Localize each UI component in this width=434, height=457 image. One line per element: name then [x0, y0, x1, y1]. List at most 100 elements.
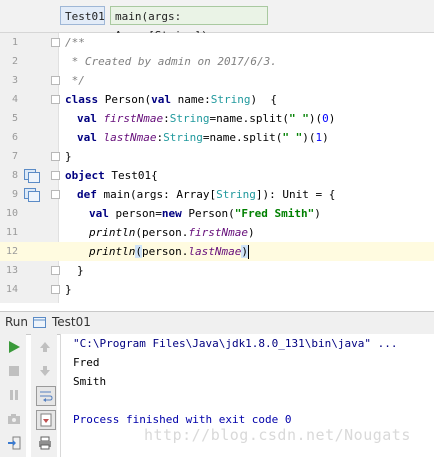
- code-punct: ) {: [250, 93, 277, 106]
- code-line: 9 def main(args: Array[String]): Unit = …: [0, 185, 434, 204]
- run-tool-window-header: Run Test01: [0, 311, 434, 335]
- login-icon[interactable]: [5, 434, 23, 452]
- object-name: Test01{: [104, 169, 158, 182]
- breadcrumb-method-main[interactable]: main(args: Array[String]): [110, 6, 268, 42]
- code-text: }: [77, 264, 84, 277]
- line-number: 4: [11, 94, 18, 105]
- run-config-tab[interactable]: Test01: [52, 315, 91, 329]
- down-arrow-icon[interactable]: [36, 362, 54, 380]
- keyword-def: def: [77, 188, 97, 201]
- code-line: 7 }: [0, 147, 434, 166]
- run-icon[interactable]: [5, 338, 23, 356]
- keyword-class: class: [65, 93, 99, 106]
- code-line: 6 val lastNmae:String=name.split(" ")(1): [0, 128, 434, 147]
- fold-marker-icon[interactable]: [51, 95, 60, 104]
- wrap-icon[interactable]: [36, 386, 56, 406]
- type-name: String: [163, 131, 203, 144]
- fold-marker-icon[interactable]: [51, 76, 60, 85]
- console-output-line: Fred: [73, 356, 100, 369]
- code-line: 8 object Test01{: [0, 166, 434, 185]
- scroll-to-end-icon[interactable]: [36, 410, 56, 430]
- stop-icon[interactable]: [5, 362, 23, 380]
- class-name: Person(: [98, 93, 152, 106]
- matched-paren: (: [135, 245, 142, 258]
- fold-marker-icon[interactable]: [51, 190, 60, 199]
- code-expr: =name.split(: [209, 112, 289, 125]
- code-line: 13 }: [0, 261, 434, 280]
- console-command-line: "C:\Program Files\Java\jdk1.8.0_131\bin\…: [73, 337, 398, 350]
- field-name: lastNmae: [188, 245, 242, 258]
- field-name: lastNmae: [103, 131, 157, 144]
- code-text: val person=new Person("Fred Smith"): [89, 204, 321, 223]
- keyword-object: object: [65, 169, 105, 182]
- code-line: 5 val firstNmae:String=name.split(" ")(0…: [0, 109, 434, 128]
- line-number: 1: [11, 37, 18, 48]
- fold-marker-icon[interactable]: [51, 285, 60, 294]
- code-editor[interactable]: 1 /** 2 * Created by admin on 2017/6/3. …: [0, 33, 434, 303]
- up-arrow-icon[interactable]: [36, 338, 54, 356]
- line-number: 7: [11, 151, 18, 162]
- keyword-val: val: [89, 207, 109, 220]
- breadcrumb-class-test01[interactable]: Test01: [60, 6, 105, 25]
- string-literal: "Fred Smith": [234, 207, 315, 220]
- code-text: def main(args: Array[String]): Unit = {: [77, 185, 335, 204]
- pause-icon[interactable]: [5, 386, 23, 404]
- fold-marker-icon[interactable]: [51, 171, 60, 180]
- string-literal: " ": [282, 131, 303, 144]
- line-number: 13: [5, 265, 18, 276]
- code-line: 4 class Person(val name:String) {: [0, 90, 434, 109]
- line-number: 2: [11, 56, 18, 67]
- keyword-val: val: [77, 112, 97, 125]
- code-punct: ): [328, 112, 336, 125]
- comment-text: * Created by admin on 2017/6/3.: [65, 55, 277, 68]
- code-line: 1 /**: [0, 33, 434, 52]
- fold-marker-icon[interactable]: [51, 152, 60, 161]
- code-text: object Test01{: [65, 166, 158, 185]
- string-literal: " ": [288, 112, 309, 125]
- code-text: println(person.lastNmae): [89, 242, 249, 261]
- code-arg: (person.: [135, 226, 189, 239]
- code-punct: ): [314, 207, 321, 220]
- run-gutter-icon[interactable]: [24, 169, 40, 183]
- keyword-new: new: [161, 207, 182, 220]
- line-number: 6: [11, 132, 18, 143]
- line-number: 11: [5, 227, 18, 238]
- code-text: println(person.firstNmae): [89, 223, 255, 242]
- function-name: println: [89, 226, 136, 239]
- console-output-line: Smith: [73, 375, 107, 388]
- fold-marker-icon[interactable]: [51, 266, 60, 275]
- matched-paren: ): [241, 245, 248, 258]
- line-number: 9: [11, 189, 18, 200]
- code-expr: =name.split(: [202, 131, 283, 144]
- watermark-text: http://blog.csdn.net/Nougats: [144, 426, 411, 444]
- breadcrumb: Test01 main(args: Array[String]): [0, 0, 434, 42]
- line-number: 8: [11, 170, 18, 181]
- type-name: String: [216, 188, 256, 201]
- run-toolbar-right: [31, 334, 57, 457]
- fold-marker-icon[interactable]: [51, 38, 60, 47]
- run-gutter-icon[interactable]: [24, 188, 40, 202]
- code-punct: ): [247, 226, 255, 239]
- code-punct: )(: [302, 131, 316, 144]
- code-text: class Person(val name:String) {: [65, 90, 277, 109]
- line-number: 10: [5, 208, 18, 219]
- current-code-line: 12 println(person.lastNmae): [0, 242, 434, 261]
- field-name: firstNmae: [188, 226, 248, 239]
- number-literal: 0: [322, 112, 329, 125]
- code-line: 14 }: [0, 280, 434, 299]
- code-text: }: [65, 283, 72, 296]
- constructor-call: Person(: [181, 207, 235, 220]
- keyword-val: val: [77, 131, 97, 144]
- line-number: 5: [11, 113, 18, 124]
- code-line: 2 * Created by admin on 2017/6/3.: [0, 52, 434, 71]
- camera-icon[interactable]: [5, 410, 23, 428]
- run-panel-title[interactable]: Run: [5, 315, 28, 329]
- code-punct: :: [163, 112, 170, 125]
- print-icon[interactable]: [36, 434, 54, 452]
- text-caret: [247, 245, 249, 259]
- code-line: 10 val person=new Person("Fred Smith"): [0, 204, 434, 223]
- code-arg: person.: [141, 245, 189, 258]
- code-text: }: [65, 150, 72, 163]
- comment-text: */: [65, 74, 85, 87]
- code-punct: )(: [308, 112, 323, 125]
